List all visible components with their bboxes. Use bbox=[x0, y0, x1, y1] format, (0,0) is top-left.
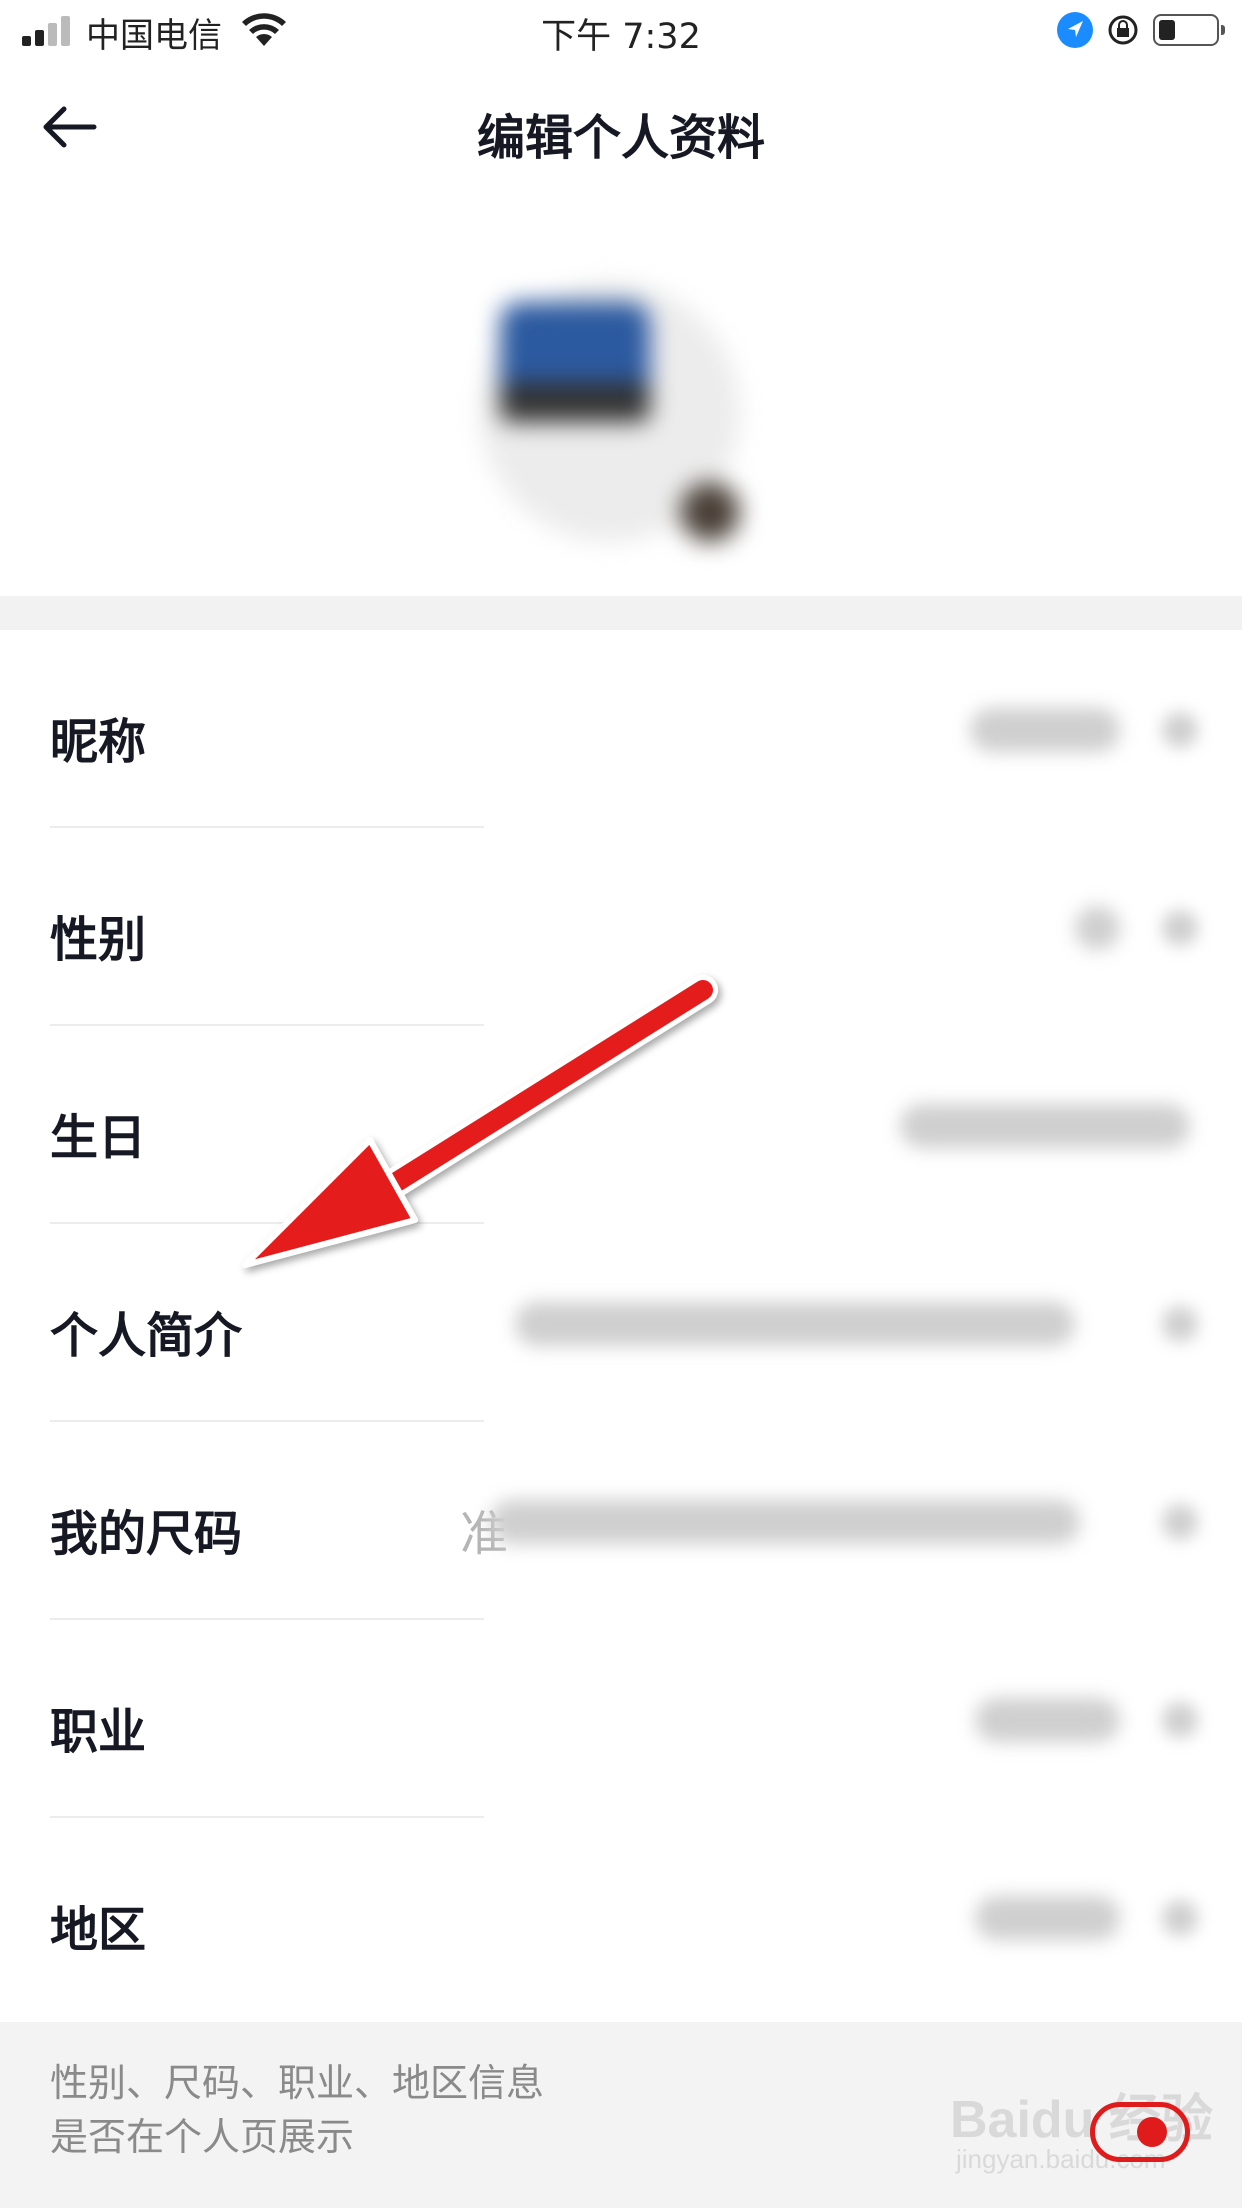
row-label: 昵称 bbox=[50, 714, 147, 770]
chevron-right-icon bbox=[1162, 1504, 1198, 1540]
row-label: 我的尺码 bbox=[50, 1506, 243, 1562]
section-divider bbox=[0, 596, 1242, 630]
row-label: 性别 bbox=[50, 912, 147, 968]
row-nickname[interactable]: 昵称 bbox=[0, 630, 1242, 828]
row-label: 生日 bbox=[50, 1110, 147, 1166]
chevron-right-icon bbox=[1162, 1900, 1198, 1936]
footer-note: 性别、尺码、职业、地区信息 bbox=[50, 2061, 545, 2105]
row-label: 地区 bbox=[50, 1902, 147, 1958]
footer-note: 是否在个人页展示 bbox=[50, 2115, 355, 2159]
chevron-right-icon bbox=[1162, 712, 1198, 748]
camera-icon[interactable] bbox=[680, 482, 740, 542]
location-icon bbox=[1057, 12, 1093, 48]
chevron-right-icon bbox=[1162, 1306, 1198, 1342]
battery-icon bbox=[1153, 14, 1225, 46]
status-bar: 中国电信 下午 7:32 bbox=[0, 0, 1242, 62]
row-region[interactable]: 地区 bbox=[0, 1818, 1242, 2016]
page-title: 编辑个人资料 bbox=[476, 110, 765, 166]
nav-bar: 编辑个人资料 bbox=[0, 62, 1242, 192]
row-label: 个人简介 bbox=[50, 1308, 243, 1364]
display-toggle[interactable] bbox=[1090, 2102, 1190, 2162]
row-value bbox=[970, 708, 1120, 752]
privacy-footer: 性别、尺码、职业、地区信息 是否在个人页展示 Baidu 经验 jingyan.… bbox=[0, 2022, 1242, 2208]
chevron-right-icon bbox=[1162, 910, 1198, 946]
row-size[interactable]: 我的尺码 准 bbox=[0, 1422, 1242, 1620]
row-label: 职业 bbox=[50, 1704, 147, 1760]
row-gender[interactable]: 性别 bbox=[0, 828, 1242, 1026]
row-value bbox=[515, 1302, 1075, 1346]
rotation-lock-icon bbox=[1108, 15, 1138, 45]
avatar-section bbox=[0, 192, 1242, 596]
row-bio[interactable]: 个人简介 bbox=[0, 1224, 1242, 1422]
row-occupation[interactable]: 职业 bbox=[0, 1620, 1242, 1818]
status-time: 下午 7:32 bbox=[541, 17, 701, 57]
row-value bbox=[975, 1698, 1120, 1742]
avatar[interactable] bbox=[470, 272, 770, 572]
row-value bbox=[900, 1104, 1190, 1148]
row-value bbox=[1075, 906, 1120, 950]
row-value bbox=[975, 1896, 1120, 1940]
row-value bbox=[490, 1500, 1080, 1544]
chevron-right-icon bbox=[1162, 1702, 1198, 1738]
row-birthday[interactable]: 生日 bbox=[0, 1026, 1242, 1224]
